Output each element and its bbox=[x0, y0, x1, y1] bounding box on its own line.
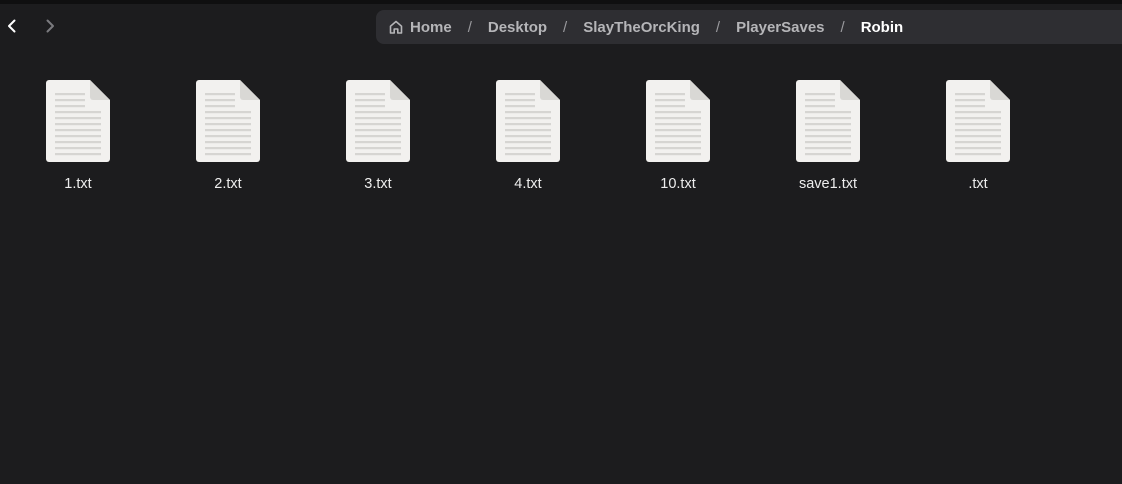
breadcrumb-label: SlayTheOrcKing bbox=[583, 18, 700, 36]
file-name: .txt bbox=[968, 176, 988, 192]
file-item[interactable]: 10.txt bbox=[603, 78, 753, 208]
text-file-icon bbox=[346, 80, 410, 162]
chevron-left-icon bbox=[8, 19, 16, 33]
text-file-icon bbox=[196, 80, 260, 162]
home-icon bbox=[388, 19, 404, 35]
file-item[interactable]: save1.txt bbox=[753, 78, 903, 208]
text-file-icon bbox=[496, 80, 560, 162]
breadcrumb-label: Robin bbox=[860, 18, 904, 36]
text-file-icon bbox=[46, 80, 110, 162]
back-button[interactable] bbox=[0, 14, 24, 38]
breadcrumb-separator: / bbox=[467, 18, 472, 36]
text-file-icon bbox=[796, 80, 860, 162]
file-name: 1.txt bbox=[64, 176, 92, 192]
breadcrumb-robin[interactable]: Robin bbox=[861, 19, 904, 36]
breadcrumb-label: Desktop bbox=[487, 18, 548, 36]
header-bar: Home / Desktop / SlayTheOrcKing / Player… bbox=[0, 4, 1122, 50]
file-name: 10.txt bbox=[660, 176, 696, 192]
file-name: 4.txt bbox=[514, 176, 542, 192]
path-bar: Home / Desktop / SlayTheOrcKing / Player… bbox=[376, 10, 1122, 44]
forward-button[interactable] bbox=[38, 14, 62, 38]
breadcrumb-separator: / bbox=[840, 18, 845, 36]
file-item[interactable]: 2.txt bbox=[153, 78, 303, 208]
breadcrumb-playersaves[interactable]: PlayerSaves bbox=[736, 19, 824, 36]
file-name: save1.txt bbox=[798, 176, 858, 192]
text-file-icon bbox=[946, 80, 1010, 162]
file-name: 3.txt bbox=[364, 176, 392, 192]
file-item[interactable]: 3.txt bbox=[303, 78, 453, 208]
breadcrumb-separator: / bbox=[563, 18, 568, 36]
file-item[interactable]: .txt bbox=[903, 78, 1053, 208]
breadcrumb-home[interactable]: Home bbox=[388, 19, 452, 36]
chevron-right-icon bbox=[46, 19, 54, 33]
file-name: 2.txt bbox=[214, 176, 242, 192]
file-item[interactable]: 4.txt bbox=[453, 78, 603, 208]
breadcrumb-label: Home bbox=[410, 18, 452, 36]
text-file-icon bbox=[646, 80, 710, 162]
breadcrumb-label: PlayerSaves bbox=[736, 18, 825, 36]
breadcrumb-slaytheorcking[interactable]: SlayTheOrcKing bbox=[583, 19, 700, 36]
file-item[interactable]: 1.txt bbox=[3, 78, 153, 208]
breadcrumb-separator: / bbox=[715, 18, 721, 36]
breadcrumb-desktop[interactable]: Desktop bbox=[488, 19, 547, 36]
